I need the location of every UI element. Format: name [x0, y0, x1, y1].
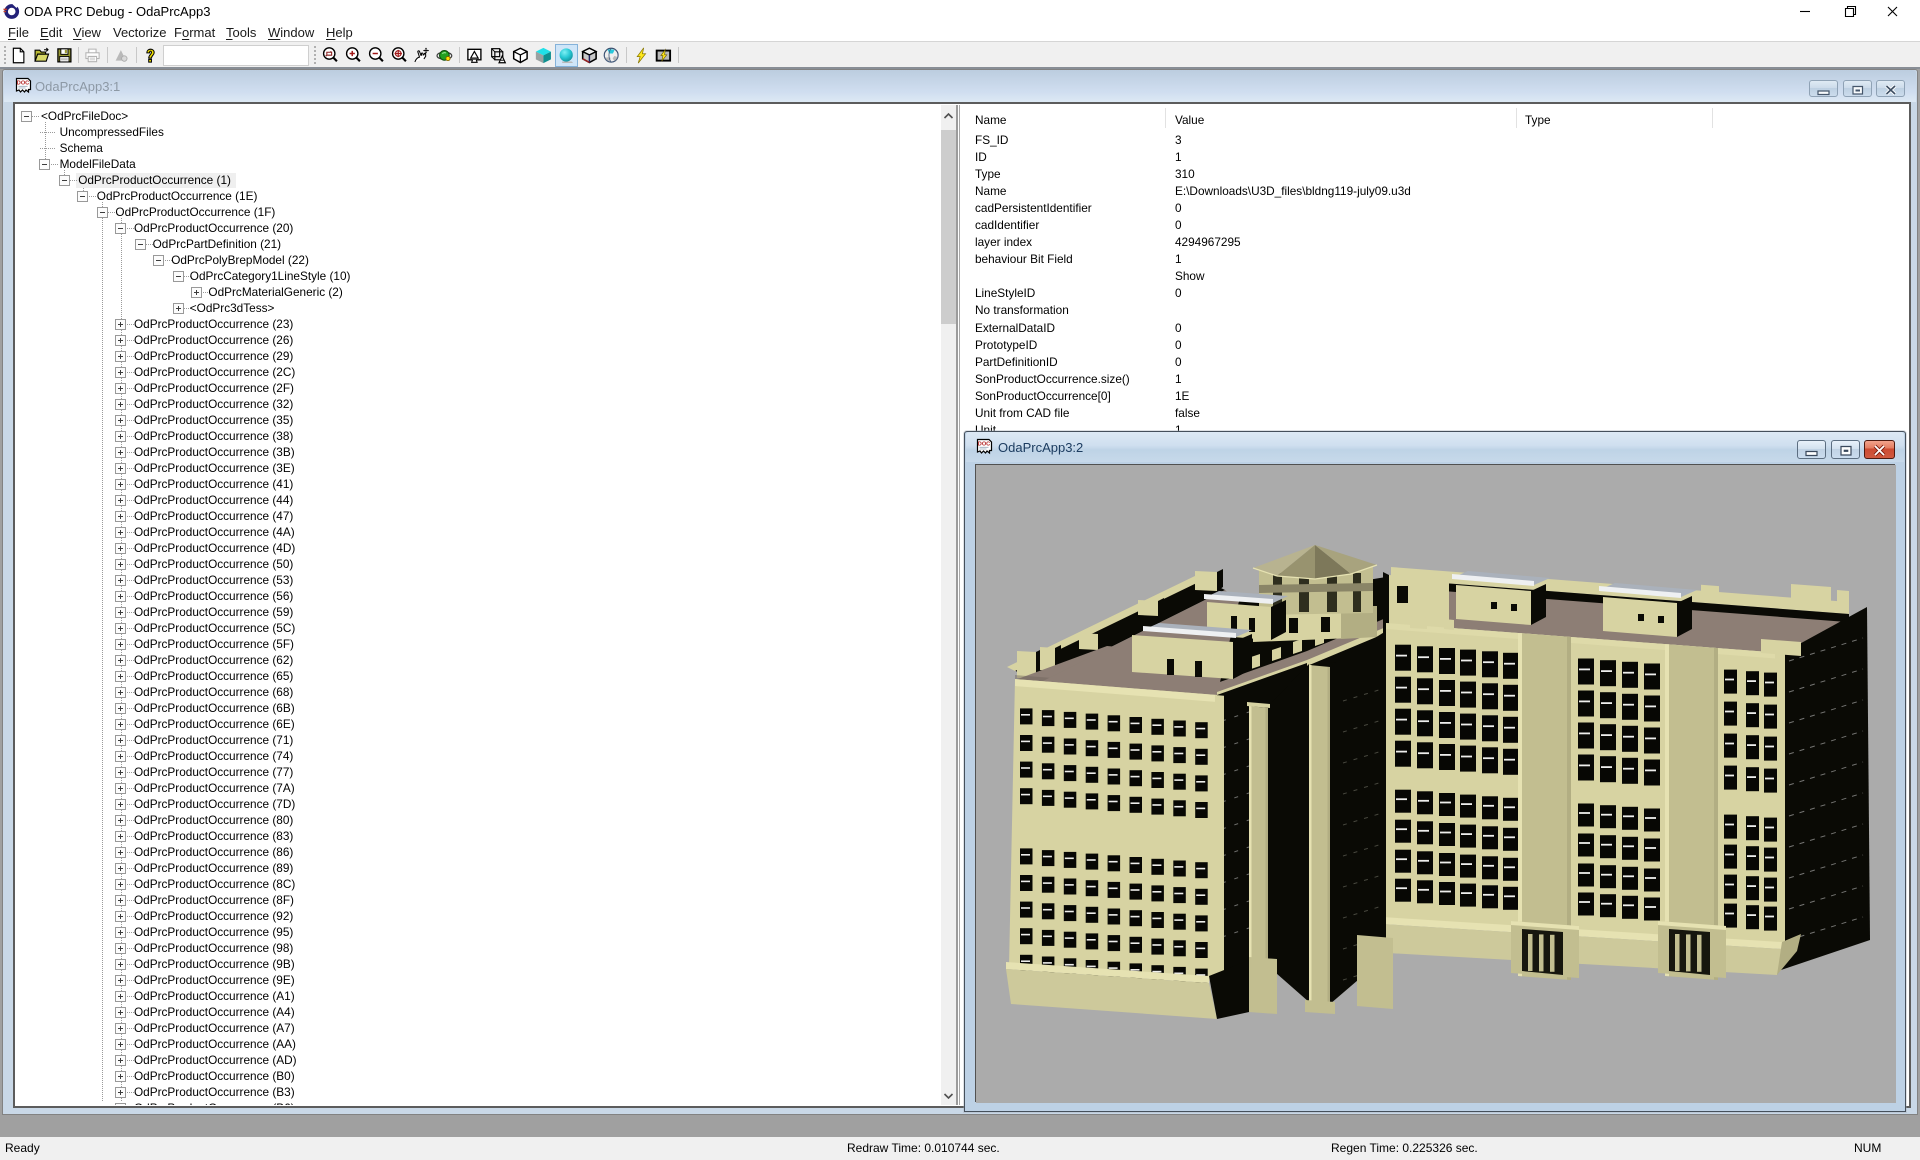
svg-text:DOC: DOC: [17, 81, 29, 87]
svg-text:DOC: DOC: [978, 442, 990, 448]
